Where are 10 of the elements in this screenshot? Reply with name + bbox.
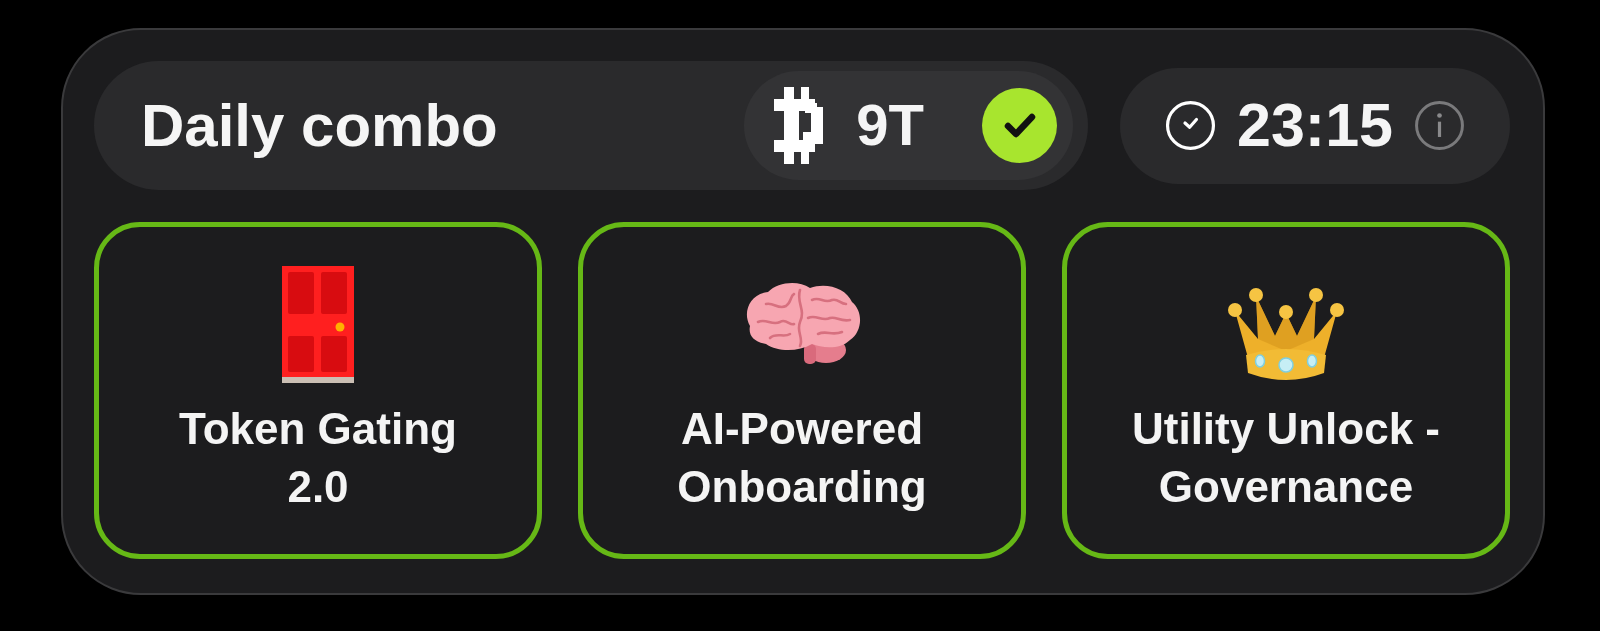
coin-symbol-icon <box>774 87 824 164</box>
card-label: Token Gating 2.0 <box>178 403 458 513</box>
info-icon[interactable] <box>1414 100 1465 151</box>
clock-icon <box>1165 100 1216 151</box>
reward-amount: 9T <box>856 92 924 159</box>
card-label: AI-Powered Onboarding <box>676 403 928 513</box>
card-label: Utility Unlock - Governance <box>1131 403 1441 513</box>
title: Daily combo <box>141 91 498 160</box>
door-icon <box>282 266 354 383</box>
timer-text: 23:15 <box>1237 90 1393 161</box>
